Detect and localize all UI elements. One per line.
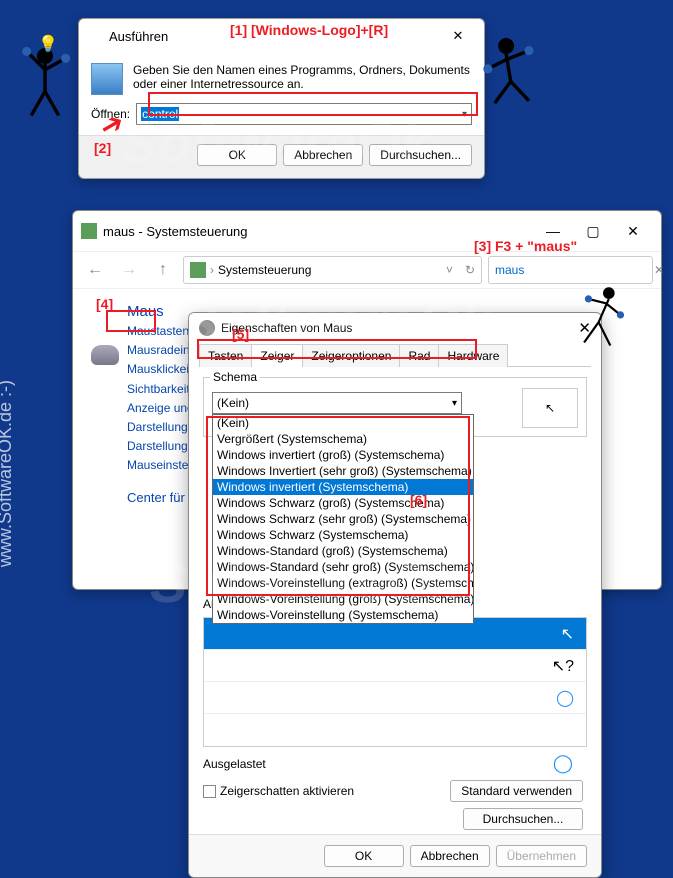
preview-row[interactable]: ↖? <box>204 650 586 682</box>
use-default-button[interactable]: Standard verwenden <box>450 780 583 802</box>
forward-button[interactable]: → <box>115 256 143 284</box>
tab-tasten[interactable]: Tasten <box>199 344 252 367</box>
run-app-icon <box>91 63 123 95</box>
stickman-figure <box>478 30 548 115</box>
close-button[interactable]: ✕ <box>578 319 591 337</box>
annotation-5: [5] <box>232 326 249 342</box>
schema-label: Schema <box>210 370 260 384</box>
breadcrumb-text: Systemsteuerung <box>218 263 311 277</box>
refresh-icon[interactable]: ↻ <box>465 263 475 277</box>
schema-option[interactable]: Vergrößert (Systemschema) <box>213 431 473 447</box>
tab-zeiger[interactable]: Zeiger <box>251 344 303 367</box>
run-body: Geben Sie den Namen eines Programms, Ord… <box>79 53 484 99</box>
annotation-6: [6] <box>410 492 427 508</box>
schema-option[interactable]: Windows Schwarz (sehr groß) (Systemschem… <box>213 511 473 527</box>
cancel-button[interactable]: Abbrechen <box>283 144 363 166</box>
shadow-label: Zeigerschatten aktivieren <box>220 784 354 798</box>
run-instruction: Geben Sie den Namen eines Programms, Ord… <box>133 63 472 95</box>
breadcrumb[interactable]: › Systemsteuerung ˅ ↻ <box>183 256 482 284</box>
chevron-down-icon[interactable]: ▾ <box>452 398 457 409</box>
cp-title: maus - Systemsteuerung <box>103 224 533 239</box>
tabs: Tasten Zeiger Zeigeroptionen Rad Hardwar… <box>199 343 591 367</box>
run-icon <box>87 28 103 44</box>
schema-option[interactable]: Windows invertiert (Systemschema) <box>213 479 473 495</box>
annotation-4: [4] <box>96 296 113 312</box>
schema-option[interactable]: Windows Invertiert (sehr groß) (Systemsc… <box>213 463 473 479</box>
mouse-dialog-title: Eigenschaften von Maus <box>221 321 578 335</box>
watermark-side: www.SoftwareOK.de :-) <box>0 380 16 567</box>
open-input[interactable]: control ▾ <box>136 103 472 125</box>
run-dialog: Ausführen ✕ Geben Sie den Namen eines Pr… <box>78 18 485 179</box>
close-button[interactable]: ✕ <box>440 23 476 49</box>
schema-option[interactable]: Windows-Voreinstellung (groß) (Systemsch… <box>213 591 473 607</box>
mouse-dialog-icon <box>199 320 215 336</box>
shadow-checkbox[interactable] <box>203 785 216 798</box>
schema-option[interactable]: Windows-Voreinstellung (extragroß) (Syst… <box>213 575 473 591</box>
cp-icon <box>81 223 97 239</box>
search-box[interactable]: ✕ <box>488 256 653 284</box>
schema-option[interactable]: Windows Schwarz (Systemschema) <box>213 527 473 543</box>
cursor-icon: ↖ <box>545 401 555 415</box>
ok-button[interactable]: OK <box>197 144 277 166</box>
cursor-busy-icon: ◯ <box>556 688 574 708</box>
cursor-wait-icon: ◯ <box>553 753 573 774</box>
up-button[interactable]: ↑ <box>149 256 177 284</box>
cursor-help-icon: ↖? <box>552 656 574 676</box>
browse-button[interactable]: Durchsuchen... <box>463 808 583 830</box>
schema-selected: (Kein) <box>217 396 249 410</box>
schema-combo[interactable]: (Kein) ▾ <box>212 392 462 414</box>
cp-path-icon <box>190 262 206 278</box>
schema-option[interactable]: Windows-Voreinstellung (Systemschema) <box>213 607 473 623</box>
schema-dropdown[interactable]: (Kein) Vergrößert (Systemschema) Windows… <box>212 414 474 624</box>
chevron-down-icon[interactable]: ˅ <box>446 263 453 277</box>
cancel-button[interactable]: Abbrechen <box>410 845 490 867</box>
tab-zeigeroptionen[interactable]: Zeigeroptionen <box>302 344 400 367</box>
preview-row[interactable]: ◯ <box>204 682 586 714</box>
annotation-1: [1] [Windows-Logo]+[R] <box>230 22 388 38</box>
schema-option[interactable]: Windows-Standard (sehr groß) (Systemsche… <box>213 559 473 575</box>
schema-option[interactable]: Windows Schwarz (groß) (Systemschema) <box>213 495 473 511</box>
search-input[interactable] <box>495 263 650 277</box>
clear-search-icon[interactable]: ✕ <box>654 263 664 277</box>
cursor-preview-box: ↖ <box>522 388 578 428</box>
close-button[interactable]: ✕ <box>613 217 653 245</box>
tab-rad[interactable]: Rad <box>399 344 439 367</box>
tab-hardware[interactable]: Hardware <box>438 344 508 367</box>
schema-option[interactable]: Windows invertiert (groß) (Systemschema) <box>213 447 473 463</box>
ausgelastet-label: Ausgelastet <box>203 757 266 771</box>
annotation-3: [3] F3 + "maus" <box>474 238 577 254</box>
back-button[interactable]: ← <box>81 256 109 284</box>
apply-button[interactable]: Übernehmen <box>496 845 587 867</box>
ok-button[interactable]: OK <box>324 845 404 867</box>
cursor-preview-list[interactable]: ↖ ↖? ◯ <box>203 617 587 747</box>
mouse-properties-dialog: Eigenschaften von Maus ✕ Tasten Zeiger Z… <box>188 312 602 878</box>
chevron-down-icon[interactable]: ▾ <box>462 109 467 120</box>
browse-button[interactable]: Durchsuchen... <box>369 144 472 166</box>
schema-option[interactable]: Windows-Standard (groß) (Systemschema) <box>213 543 473 559</box>
maximize-button[interactable]: ▢ <box>573 217 613 245</box>
cursor-arrow-icon: ↖ <box>561 624 574 644</box>
open-input-value: control <box>141 107 179 121</box>
stickman-figure: 💡 <box>10 40 80 125</box>
mouse-icon <box>91 345 119 365</box>
schema-option[interactable]: (Kein) <box>213 415 473 431</box>
